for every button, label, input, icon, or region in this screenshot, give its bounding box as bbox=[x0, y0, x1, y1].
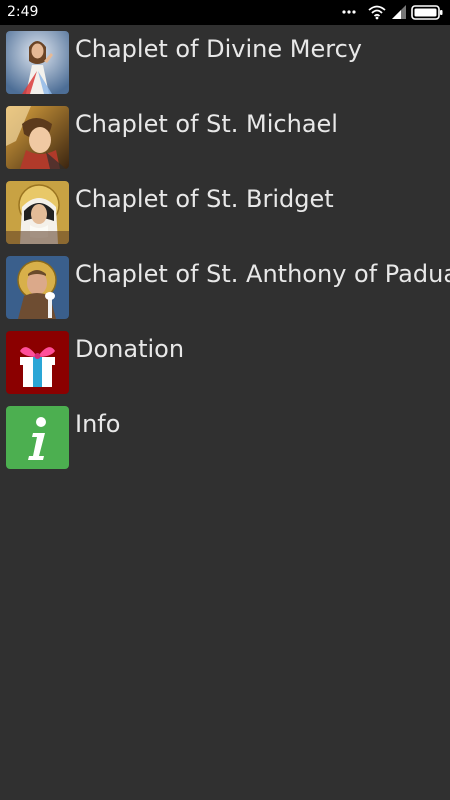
battery-icon bbox=[411, 5, 443, 20]
menu-item-st-bridget[interactable]: Chaplet of St. Bridget bbox=[0, 175, 450, 250]
st-bridget-image bbox=[6, 181, 69, 244]
st-anthony-image bbox=[6, 256, 69, 319]
menu-item-info[interactable]: Info bbox=[0, 400, 450, 475]
signal-icon bbox=[392, 5, 406, 19]
wifi-icon bbox=[368, 5, 386, 20]
menu-item-label: Chaplet of Divine Mercy bbox=[75, 35, 362, 63]
st-michael-image bbox=[6, 106, 69, 169]
status-bar: 2:49 bbox=[0, 0, 450, 25]
more-dots-icon bbox=[342, 10, 356, 14]
divine-mercy-image bbox=[6, 31, 69, 94]
menu-item-label: Chaplet of St. Michael bbox=[75, 110, 338, 138]
chaplet-menu: Chaplet of Divine Mercy Chaplet of St. M… bbox=[0, 25, 450, 475]
menu-item-label: Donation bbox=[75, 335, 185, 363]
menu-item-donation[interactable]: Donation bbox=[0, 325, 450, 400]
menu-item-st-michael[interactable]: Chaplet of St. Michael bbox=[0, 100, 450, 175]
gift-icon bbox=[6, 331, 69, 394]
menu-item-st-anthony[interactable]: Chaplet of St. Anthony of Padua bbox=[0, 250, 450, 325]
menu-item-label: Chaplet of St. Bridget bbox=[75, 185, 334, 213]
status-time: 2:49 bbox=[7, 4, 39, 20]
menu-item-label: Chaplet of St. Anthony of Padua bbox=[75, 260, 450, 288]
info-icon bbox=[6, 406, 69, 469]
menu-item-divine-mercy[interactable]: Chaplet of Divine Mercy bbox=[0, 25, 450, 100]
menu-item-label: Info bbox=[75, 410, 121, 438]
